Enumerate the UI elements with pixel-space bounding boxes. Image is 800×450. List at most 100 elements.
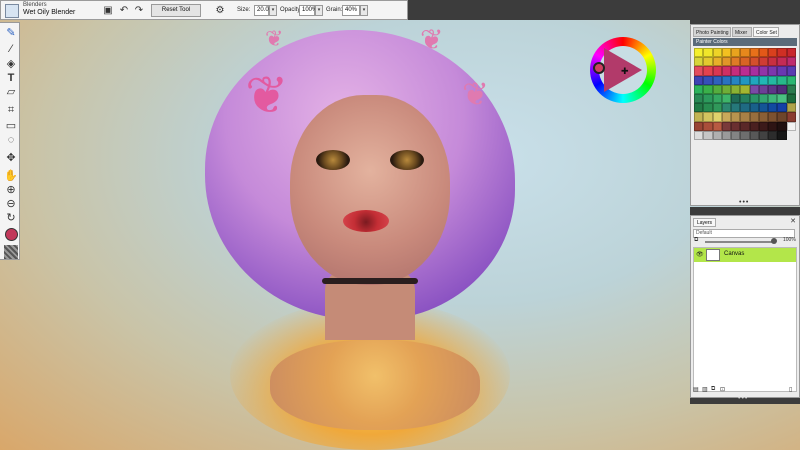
color-swatch[interactable] bbox=[721, 75, 732, 85]
color-swatch[interactable] bbox=[703, 93, 713, 104]
color-swatch[interactable] bbox=[694, 103, 704, 113]
color-swatch[interactable] bbox=[777, 84, 787, 94]
rotate-icon[interactable]: ↻ bbox=[4, 211, 18, 225]
color-swatch[interactable] bbox=[758, 66, 769, 76]
color-swatch[interactable] bbox=[694, 112, 704, 122]
color-swatch[interactable] bbox=[758, 103, 769, 113]
color-swatch[interactable] bbox=[749, 48, 759, 58]
color-swatch[interactable] bbox=[712, 130, 722, 140]
color-swatch[interactable] bbox=[694, 48, 704, 58]
color-swatch[interactable] bbox=[768, 103, 778, 113]
brush-options-icon[interactable]: ⚙ bbox=[213, 4, 227, 17]
color-swatch[interactable] bbox=[694, 84, 704, 94]
color-swatch[interactable] bbox=[749, 57, 759, 67]
color-swatch[interactable] bbox=[768, 121, 778, 131]
color-swatch[interactable] bbox=[768, 57, 778, 67]
opacity-dropdown[interactable]: ▾ bbox=[315, 5, 323, 16]
color-swatch[interactable] bbox=[731, 57, 741, 67]
color-swatch[interactable] bbox=[731, 75, 741, 85]
color-swatch[interactable] bbox=[703, 57, 713, 67]
color-swatch[interactable] bbox=[731, 121, 741, 131]
tab-color-set[interactable]: Color Set bbox=[753, 27, 779, 37]
color-swatch[interactable] bbox=[749, 93, 759, 104]
color-swatch[interactable] bbox=[768, 93, 778, 104]
color-swatch[interactable] bbox=[749, 75, 759, 85]
color-swatch[interactable] bbox=[694, 57, 704, 67]
size-field[interactable]: 20.0 bbox=[254, 5, 269, 16]
color-swatch[interactable] bbox=[712, 121, 722, 131]
magnifier-icon[interactable]: ⊕ bbox=[4, 183, 18, 197]
color-swatch[interactable] bbox=[777, 112, 787, 122]
color-swatch[interactable] bbox=[740, 66, 750, 76]
color-swatch[interactable] bbox=[758, 112, 769, 122]
brush-selector[interactable]: Blenders Wet Oily Blender bbox=[3, 2, 93, 19]
painting-canvas[interactable]: ❦ ❦ ❦ ❦ bbox=[0, 0, 800, 450]
color-swatch[interactable] bbox=[749, 103, 759, 113]
color-swatch[interactable] bbox=[777, 57, 787, 67]
color-swatch[interactable] bbox=[786, 84, 796, 94]
color-swatch[interactable] bbox=[740, 130, 750, 140]
layer-row-canvas[interactable]: 👁 Canvas bbox=[694, 248, 796, 262]
close-icon[interactable]: ✕ bbox=[790, 217, 796, 225]
color-swatch[interactable] bbox=[758, 130, 769, 140]
color-swatch[interactable] bbox=[786, 66, 796, 76]
color-swatch[interactable] bbox=[786, 93, 796, 104]
color-swatch[interactable] bbox=[694, 66, 704, 76]
color-swatch[interactable] bbox=[758, 93, 769, 104]
color-swatch[interactable] bbox=[703, 75, 713, 85]
group-icon[interactable]: ▥ bbox=[702, 386, 708, 393]
eraser-icon[interactable]: ▱ bbox=[4, 85, 18, 99]
color-swatch[interactable] bbox=[694, 130, 704, 140]
color-swatch[interactable] bbox=[721, 112, 732, 122]
color-swatch[interactable] bbox=[768, 130, 778, 140]
color-swatch[interactable] bbox=[786, 48, 796, 58]
color-swatch[interactable] bbox=[731, 66, 741, 76]
grain-field[interactable]: 40% bbox=[342, 5, 360, 16]
text-icon[interactable]: T bbox=[4, 71, 18, 85]
color-swatch[interactable] bbox=[740, 93, 750, 104]
lock-icon[interactable]: ⊡ bbox=[720, 386, 725, 393]
color-swatch[interactable] bbox=[777, 130, 787, 140]
color-swatch[interactable] bbox=[731, 112, 741, 122]
hue-knob[interactable] bbox=[593, 62, 605, 74]
color-swatch[interactable] bbox=[768, 48, 778, 58]
color-swatch[interactable] bbox=[749, 84, 759, 94]
color-swatch[interactable] bbox=[703, 84, 713, 94]
color-swatch[interactable] bbox=[721, 93, 732, 104]
zoom-out-icon[interactable]: ⊖ bbox=[4, 197, 18, 211]
transform-icon[interactable]: ✥ bbox=[4, 151, 18, 165]
color-swatch[interactable] bbox=[731, 84, 741, 94]
dropper-icon[interactable]: ⁄ bbox=[4, 42, 18, 56]
color-swatch[interactable] bbox=[740, 75, 750, 85]
size-dropdown[interactable]: ▾ bbox=[269, 5, 277, 16]
color-swatch[interactable] bbox=[749, 121, 759, 131]
color-swatch[interactable] bbox=[712, 103, 722, 113]
crop-icon[interactable]: ⌗ bbox=[4, 103, 18, 117]
color-swatch[interactable] bbox=[768, 75, 778, 85]
color-swatch[interactable] bbox=[694, 93, 704, 104]
color-swatch[interactable] bbox=[786, 57, 796, 67]
color-swatch[interactable] bbox=[731, 93, 741, 104]
layer-opacity-slider[interactable] bbox=[705, 241, 775, 243]
color-swatch[interactable] bbox=[777, 93, 787, 104]
color-swatch[interactable] bbox=[786, 112, 796, 122]
color-swatch[interactable] bbox=[721, 57, 732, 67]
color-swatch[interactable] bbox=[740, 112, 750, 122]
color-swatch[interactable] bbox=[740, 48, 750, 58]
new-layer-icon[interactable]: ▤ bbox=[693, 386, 699, 393]
color-swatch[interactable] bbox=[703, 112, 713, 122]
color-swatch[interactable] bbox=[768, 112, 778, 122]
color-swatch[interactable] bbox=[777, 66, 787, 76]
color-swatch[interactable] bbox=[712, 57, 722, 67]
color-swatch[interactable] bbox=[703, 121, 713, 131]
color-swatch[interactable] bbox=[721, 84, 732, 94]
color-swatch[interactable] bbox=[712, 93, 722, 104]
color-swatch[interactable] bbox=[758, 121, 769, 131]
color-swatch[interactable] bbox=[768, 84, 778, 94]
grabber-icon[interactable]: ✋ bbox=[4, 169, 18, 183]
color-swatch[interactable] bbox=[768, 66, 778, 76]
paint-bucket-icon[interactable]: ◈ bbox=[4, 57, 18, 71]
opacity-field[interactable]: 100% bbox=[299, 5, 317, 16]
color-swatch[interactable] bbox=[712, 66, 722, 76]
color-swatch[interactable] bbox=[777, 75, 787, 85]
